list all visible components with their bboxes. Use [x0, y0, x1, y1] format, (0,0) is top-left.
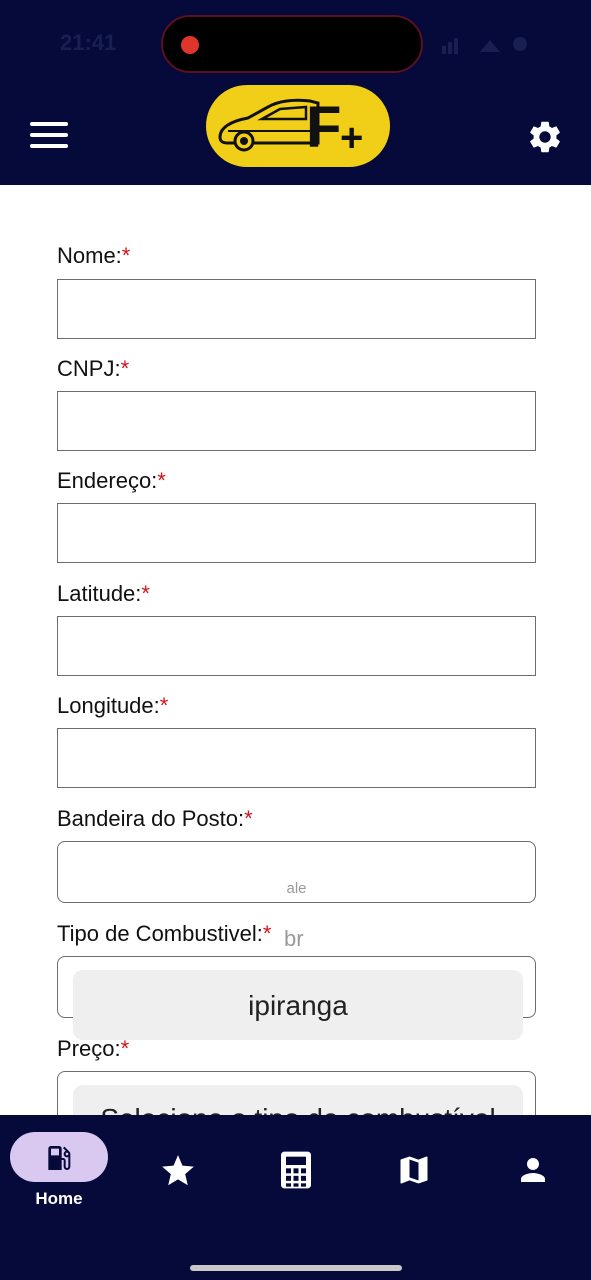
star-icon — [162, 1155, 194, 1186]
nome-input[interactable] — [57, 279, 536, 339]
station-form: Nome:* CNPJ:* Endereço:* Latitude:* Long… — [0, 185, 591, 1115]
label-text: Tipo de Combustivel: — [57, 921, 263, 946]
bottom-tab-bar: Home — [0, 1115, 591, 1280]
app-header: F + — [0, 85, 591, 185]
picker-placeholder-text: Selecione o tipo de combustível — [73, 1103, 523, 1115]
fuel-icon — [48, 1146, 71, 1170]
label-preco: Preço:* — [57, 1036, 129, 1062]
map-icon — [400, 1156, 428, 1184]
bandeira-picker[interactable]: ale — [57, 841, 536, 903]
dynamic-island — [161, 15, 423, 73]
calculator-icon — [281, 1151, 311, 1189]
label-nome: Nome:* — [57, 243, 130, 269]
picker-option-ale[interactable]: ale — [58, 880, 535, 897]
hamburger-icon-line — [30, 144, 68, 148]
system-icons — [440, 32, 560, 56]
required-mark: * — [121, 243, 131, 268]
settings-button[interactable] — [526, 118, 564, 156]
required-mark: * — [120, 1036, 130, 1061]
tab-calculator[interactable] — [256, 1135, 336, 1215]
label-bandeira: Bandeira do Posto:* — [57, 806, 253, 832]
recording-indicator-icon — [181, 36, 199, 54]
home-indicator[interactable] — [190, 1265, 402, 1271]
status-bar: 21:41 — [0, 0, 591, 88]
status-time: 21:41 — [60, 30, 117, 55]
hamburger-icon-line — [30, 122, 68, 126]
gear-icon — [530, 121, 560, 153]
required-mark: * — [159, 693, 169, 718]
longitude-input[interactable] — [57, 728, 536, 788]
label-text: Longitude: — [57, 693, 160, 718]
tab-favorites[interactable] — [138, 1135, 218, 1215]
app-logo: F + — [206, 85, 390, 167]
picker-selected-ipiranga: ipiranga — [248, 990, 348, 1021]
label-tipo-combustivel: Tipo de Combustivel:* — [57, 921, 271, 947]
latitude-input[interactable] — [57, 616, 536, 676]
hamburger-icon-line — [30, 133, 68, 137]
required-mark: * — [120, 356, 130, 381]
car-logo-icon: F + — [218, 95, 363, 160]
label-longitude: Longitude:* — [57, 693, 168, 719]
logo-plus: + — [340, 116, 363, 160]
required-mark: * — [141, 581, 150, 606]
required-mark: * — [244, 806, 253, 831]
tab-map[interactable] — [374, 1135, 454, 1215]
label-cnpj: CNPJ:* — [57, 356, 129, 382]
picker-placeholder-item[interactable]: Selecione o tipo de combustível — [73, 1085, 523, 1115]
label-text: Nome: — [57, 243, 122, 268]
tipo-combustivel-picker[interactable]: ipiranga — [57, 956, 536, 1040]
label-text: Endereço: — [57, 468, 158, 493]
logo-text: F — [306, 95, 341, 160]
label-endereco: Endereço:* — [57, 468, 166, 494]
picker-selected-item[interactable]: ipiranga — [73, 970, 523, 1040]
label-latitude: Latitude:* — [57, 581, 150, 607]
required-mark: * — [157, 468, 166, 493]
endereco-input[interactable] — [57, 503, 536, 563]
menu-button[interactable] — [30, 122, 68, 152]
label-text: Bandeira do Posto: — [57, 806, 245, 831]
person-icon — [521, 1158, 545, 1182]
label-text: Preço: — [57, 1036, 121, 1061]
label-text: CNPJ: — [57, 356, 121, 381]
tab-profile[interactable] — [493, 1135, 573, 1215]
label-text: Latitude: — [57, 581, 142, 606]
tab-home[interactable]: Home — [0, 1115, 118, 1225]
picker-option-br[interactable]: br — [284, 926, 304, 952]
preco-picker[interactable]: Selecione o tipo de combustível — [57, 1071, 536, 1115]
tab-home-label: Home — [35, 1189, 83, 1208]
cnpj-input[interactable] — [57, 391, 536, 451]
required-mark: * — [262, 921, 272, 946]
signal-wifi-battery-icon — [442, 37, 527, 54]
